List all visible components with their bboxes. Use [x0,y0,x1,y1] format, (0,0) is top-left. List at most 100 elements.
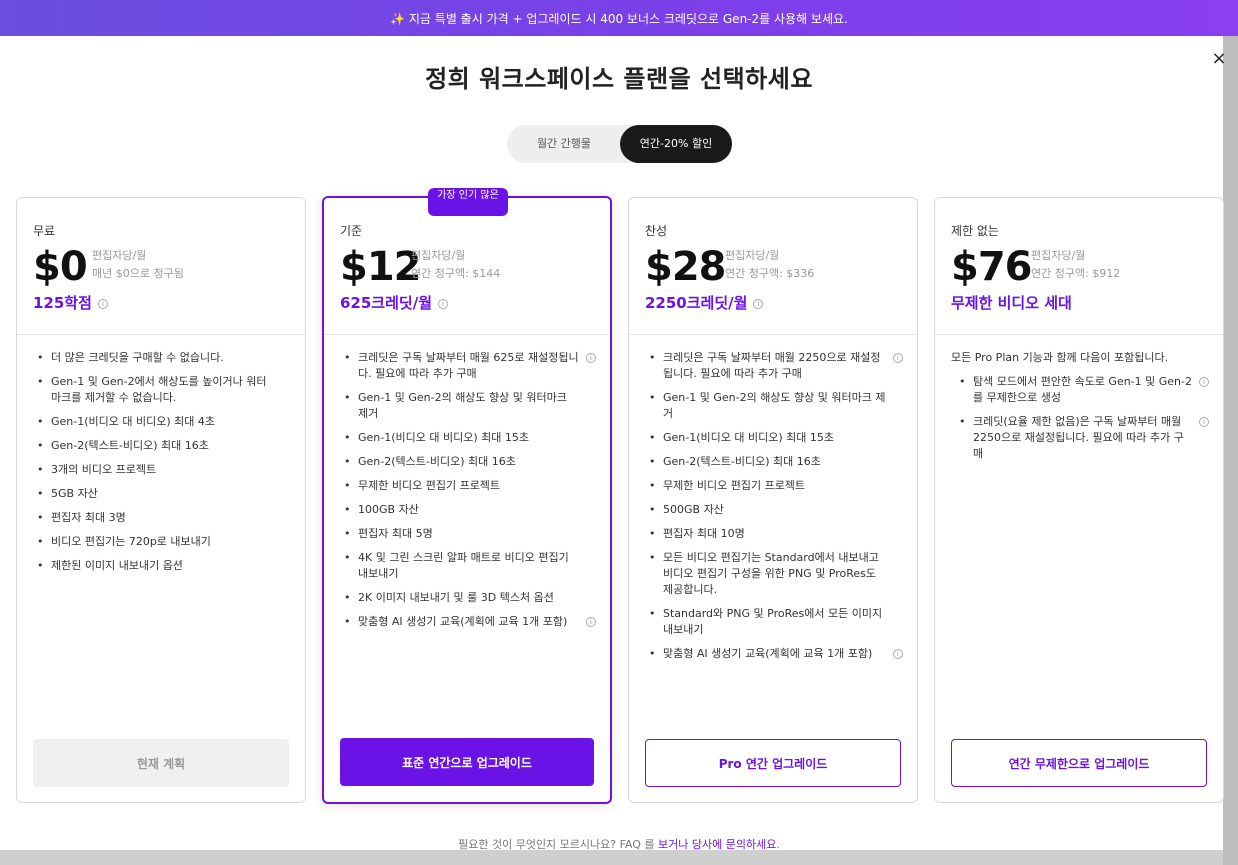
price-billing: 연간 청구액: $144 [411,267,501,280]
upgrade-standard-button[interactable]: 표준 연간으로 업그레이드 [340,738,594,786]
info-icon[interactable]: i [438,298,448,309]
plan-name: 무료 [33,224,56,238]
feature-text: Gen-1(비디오 대 비디오) 최대 4초 [51,415,215,428]
scrollbar[interactable] [1223,36,1238,865]
feature-text: 크레딧(요율 제한 없음)은 구독 날짜부터 매월 2250으로 재설정됩니다.… [973,415,1184,460]
feature-item: 더 많은 크레딧을 구매할 수 없습니다. [33,350,291,366]
feature-text: 100GB 자산 [358,503,419,516]
price-billing: 연간 청구액: $336 [725,267,815,280]
feature-item: 크레딧은 구독 날짜부터 매월 625로 재설정됩니다. 필요에 따라 추가 구… [340,350,596,382]
info-icon[interactable]: i [1199,417,1209,427]
plan-card-pro: 찬성 $28 편집자당/월 연간 청구액: $336 2250크레딧/월 i 크레… [628,197,918,803]
feature-text: 5GB 자산 [51,487,98,500]
plan-name: 찬성 [645,224,668,238]
feature-text: 제한된 이미지 내보내기 옵션 [51,559,183,572]
feature-item: Gen-1(비디오 대 비디오) 최대 15초 [645,430,903,446]
most-popular-badge: 가장 인기 많은 [428,188,508,216]
promo-banner-text: ✨ 지금 특별 출시 가격 + 업그레이드 시 400 보너스 크레딧으로 Ge… [390,11,848,26]
feature-list: 탐색 모드에서 편안한 속도로 Gen-1 및 Gen-2를 무제한으로 생성 i… [955,374,1209,470]
feature-text: Gen-1(비디오 대 비디오) 최대 15초 [663,431,834,444]
feature-text: 더 많은 크레딧을 구매할 수 없습니다. [51,351,224,364]
feature-item: 2K 이미지 내보내기 및 룰 3D 텍스처 옵션 [340,590,596,606]
info-icon[interactable]: i [586,353,596,363]
toggle-monthly[interactable]: 월간 간행물 [507,125,621,163]
feature-text: Gen-1 및 Gen-2의 해상도 향상 및 워터마크 제거 [663,391,886,420]
feature-text: 모든 비디오 편집기는 Standard에서 내보내고 비디오 편집기 구성을 … [663,551,879,596]
feature-text: Gen-1(비디오 대 비디오) 최대 15초 [358,431,529,444]
plan-credits-label: 2250크레딧/월 [645,294,748,312]
feature-item: Gen-2(텍스트-비디오) 최대 16초 [645,454,903,470]
price-subtext: 편집자당/월 연간 청구액: $144 [411,247,500,283]
feature-item: Gen-1(비디오 대 비디오) 최대 4초 [33,414,291,430]
feature-item: Gen-2(텍스트-비디오) 최대 16초 [33,438,291,454]
feature-text: 4K 및 그린 스크린 알파 매트로 비디오 편집기 내보내기 [358,551,569,580]
upgrade-pro-button[interactable]: Pro 연간 업그레이드 [645,739,901,787]
feature-item: 탐색 모드에서 편안한 속도로 Gen-1 및 Gen-2를 무제한으로 생성 i [955,374,1209,406]
feature-item: Gen-1(비디오 대 비디오) 최대 15초 [340,430,596,446]
plan-credits: 625크레딧/월 i [340,292,448,313]
price-per-editor: 편집자당/월 [1031,249,1086,262]
feature-item: 맞춤형 AI 생성기 교육(계획에 교육 1개 포함) i [645,646,903,662]
plan-card-standard: 가장 인기 많은 기준 $12 편집자당/월 연간 청구액: $144 625크… [322,188,612,804]
divider [17,334,305,335]
plan-credits-label: 625크레딧/월 [340,294,432,312]
plan-price: $28 [645,244,726,290]
feature-item: 5GB 자산 [33,486,291,502]
feature-item: 4K 및 그린 스크린 알파 매트로 비디오 편집기 내보내기 [340,550,596,582]
feature-item: 3개의 비디오 프로젝트 [33,462,291,478]
feature-text: 500GB 자산 [663,503,724,516]
faq-link[interactable]: 보거나 [658,838,688,851]
info-icon[interactable]: i [893,649,903,659]
info-icon[interactable]: i [586,617,596,627]
price-per-editor: 편집자당/월 [411,249,466,262]
plan-price: $76 [951,244,1032,290]
feature-item: 편집자 최대 3명 [33,510,291,526]
current-plan-button[interactable]: 현재 계획 [33,739,289,787]
price-billing: 매년 $0으로 청구됨 [92,267,184,280]
feature-item: 무제한 비디오 편집기 프로젝트 [645,478,903,494]
plan-intro: 모든 Pro Plan 기능과 함께 다음이 포함됩니다. [951,351,1169,364]
feature-item: Gen-2(텍스트-비디오) 최대 16초 [340,454,596,470]
plan-credits: 125학점 i [33,292,108,313]
footer-help-text: 필요한 것이 무엇인지 모르시나요? FAQ 를 보거나 당사에 문의하세요. [0,836,1238,852]
feature-item: 편집자 최대 5명 [340,526,596,542]
feature-text: Standard와 PNG 및 ProRes에서 모든 이미지 내보내기 [663,607,883,636]
promo-banner[interactable]: ✨ 지금 특별 출시 가격 + 업그레이드 시 400 보너스 크레딧으로 Ge… [0,0,1238,36]
modal-bottom-edge [0,850,1223,865]
feature-item: 모든 비디오 편집기는 Standard에서 내보내고 비디오 편집기 구성을 … [645,550,903,598]
plan-credits-label: 무제한 비디오 세대 [951,294,1072,312]
feature-text: 무제한 비디오 편집기 프로젝트 [358,479,501,492]
billing-toggle[interactable]: 월간 간행물 연간-20% 할인 [507,125,732,163]
info-icon[interactable]: i [753,298,764,309]
feature-text: 탐색 모드에서 편안한 속도로 Gen-1 및 Gen-2를 무제한으로 생성 [973,375,1193,404]
plan-credits-label: 125학점 [33,294,92,312]
info-icon[interactable]: i [893,353,903,363]
toggle-yearly[interactable]: 연간-20% 할인 [620,125,732,163]
plan-name: 기준 [340,224,363,238]
feature-text: 맞춤형 AI 생성기 교육(계획에 교육 1개 포함) [663,647,873,660]
plan-card-free: 무료 $0 편집자당/월 매년 $0으로 청구됨 125학점 i 더 많은 크레딧… [16,197,306,803]
feature-text: Gen-2(텍스트-비디오) 최대 16초 [358,455,516,468]
feature-text: Gen-1 및 Gen-2의 해상도 향상 및 워터마크 제거 [358,391,567,420]
feature-text: 맞춤형 AI 생성기 교육(계획에 교육 1개 포함) [358,615,568,628]
price-billing: 연간 청구액: $912 [1031,267,1121,280]
feature-text: 비디오 편집기는 720p로 내보내기 [51,535,211,548]
feature-item: 무제한 비디오 편집기 프로젝트 [340,478,596,494]
feature-item: Gen-1 및 Gen-2의 해상도 향상 및 워터마크 제거 [340,390,596,422]
feature-text: 크레딧은 구독 날짜부터 매월 2250으로 재설정됩니다. 필요에 따라 추가… [663,351,881,380]
divider [324,334,610,335]
feature-text: Gen-2(텍스트-비디오) 최대 16초 [51,439,209,452]
feature-item: 맞춤형 AI 생성기 교육(계획에 교육 1개 포함) i [340,614,596,630]
feature-text: 편집자 최대 3명 [51,511,126,524]
feature-item: 비디오 편집기는 720p로 내보내기 [33,534,291,550]
feature-text: 2K 이미지 내보내기 및 룰 3D 텍스처 옵션 [358,591,554,604]
plan-credits: 무제한 비디오 세대 [951,292,1072,313]
price-per-editor: 편집자당/월 [725,249,780,262]
info-icon[interactable]: i [1199,377,1209,387]
price-subtext: 편집자당/월 매년 $0으로 청구됨 [92,247,184,283]
upgrade-unlimited-button[interactable]: 연간 무제한으로 업그레이드 [951,739,1207,787]
price-per-editor: 편집자당/월 [92,249,147,262]
info-icon[interactable]: i [97,298,108,309]
contact-link[interactable]: 당사에 문의하세요 [692,838,776,851]
feature-text: 편집자 최대 10명 [663,527,745,540]
